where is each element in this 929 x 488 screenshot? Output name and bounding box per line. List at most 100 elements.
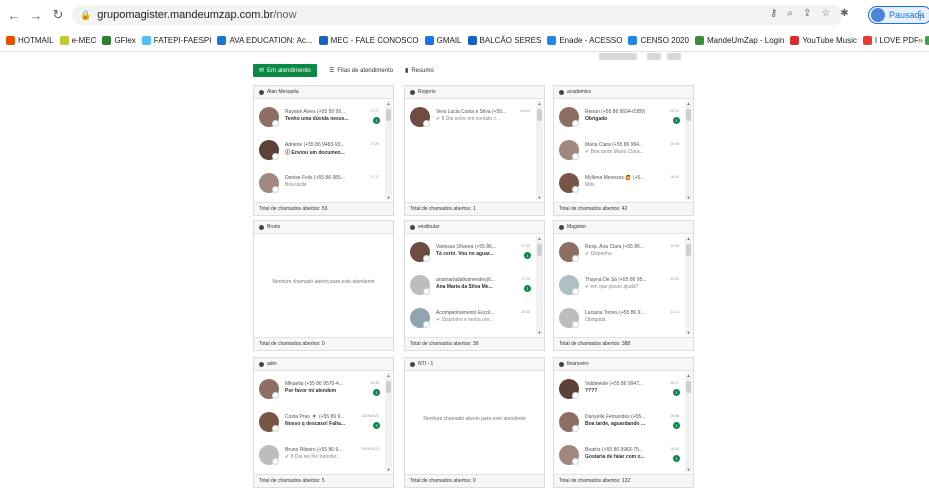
- tab-queues[interactable]: ☰ Filas de atendimento: [329, 64, 393, 77]
- more-bookmarks-icon[interactable]: »: [918, 35, 923, 45]
- panel-footer: Total de chamados abertos: 42: [554, 202, 693, 215]
- ticket-item[interactable]: Acompanhamento Escol... ✔ Disponho e tenh…: [410, 308, 536, 334]
- bookmark-item[interactable]: MEC - FALE CONOSCO: [318, 36, 419, 45]
- ticket-list: Mikaella (+55 86 9570-4... Por favor mi a…: [254, 371, 393, 474]
- empty-message: Nenhum chamado aberto para este atendent…: [423, 416, 526, 422]
- bookmark-item[interactable]: WhatsApp: [924, 36, 929, 45]
- ticket-item[interactable]: Vanessa Oliveira (+55 86... Tá certo. Vou…: [410, 242, 536, 268]
- ticket-item[interactable]: Maria Clara (+55 86 994... ✔ Boa tarde Ma…: [559, 140, 685, 166]
- contact-name: Resp. Ana Clara (+55 86...: [585, 244, 645, 250]
- filter-control[interactable]: [647, 53, 661, 60]
- scroll-down-icon[interactable]: ▼: [386, 195, 391, 200]
- scroll-up-icon[interactable]: ▲: [686, 236, 691, 241]
- ticket-item[interactable]: Danyelle Fernandes (+55... Boa tarde, agu…: [559, 412, 685, 438]
- filter-control[interactable]: [599, 53, 637, 60]
- bookmark-item[interactable]: GMAIL: [424, 36, 462, 45]
- scroll-up-icon[interactable]: ▲: [537, 101, 542, 106]
- share-icon[interactable]: ⇪: [803, 8, 811, 19]
- scrollbar-thumb[interactable]: [537, 244, 542, 256]
- bookmark-item[interactable]: GFlex: [102, 36, 136, 45]
- zoom-icon[interactable]: ⌕: [787, 8, 793, 19]
- scrollbar[interactable]: ▲ ▼: [685, 373, 692, 472]
- ticket-item[interactable]: Resp. Ana Clara (+55 86... ✔ Disponha 12:0…: [559, 242, 685, 268]
- scroll-up-icon[interactable]: ▲: [686, 373, 691, 378]
- contact-name: Rayane Alves (+55 99 99...: [285, 109, 346, 115]
- scroll-down-icon[interactable]: ▼: [686, 467, 691, 472]
- whatsapp-status-icon: [272, 186, 279, 193]
- bookmark-item[interactable]: AVA EDUCATION: Ac...: [217, 36, 313, 45]
- last-message: Obrigada: [585, 317, 606, 323]
- scrollbar[interactable]: ▲ ▼: [385, 101, 392, 200]
- ticket-item[interactable]: Rayane Alves (+55 99 99... Tenho uma dúvi…: [259, 107, 385, 133]
- scroll-down-icon[interactable]: ▼: [686, 195, 691, 200]
- scrollbar-thumb[interactable]: [686, 381, 691, 393]
- scrollbar-thumb[interactable]: [386, 109, 391, 121]
- unread-badge: 1: [373, 117, 380, 124]
- reload-icon[interactable]: ↻: [50, 7, 66, 23]
- ticket-item[interactable]: Vera Lucia Costa e Silva (+55... ✔ 8 Dia …: [410, 107, 536, 133]
- message-time: 16:27: [670, 381, 679, 385]
- key-icon[interactable]: ⚷: [770, 8, 777, 19]
- ticket-item[interactable]: Thayná De Sá (+55 86 95... ✔ em que posso…: [559, 275, 685, 301]
- address-bar[interactable]: 🔒 grupomagister.mandeumzap.com.br/now: [72, 5, 842, 25]
- scrollbar[interactable]: ▲ ▼: [536, 101, 543, 200]
- tab-summary[interactable]: ▮ Resumo: [405, 64, 434, 77]
- back-icon[interactable]: ←: [6, 7, 22, 23]
- scrollbar[interactable]: ▲ ▼: [685, 236, 692, 335]
- bookmark-item[interactable]: FATEPI-FAESPI: [141, 36, 211, 45]
- unread-badge: 1: [673, 455, 680, 462]
- bookmark-item[interactable]: HOTMAIL: [6, 36, 54, 45]
- scrollbar-thumb[interactable]: [537, 109, 542, 121]
- ticket-item[interactable]: Valdineide (+55 86 9947...???? 16:27 1: [559, 379, 685, 405]
- ticket-item[interactable]: Mikaella (+55 86 9570-4... Por favor mi a…: [259, 379, 385, 405]
- panel-title: Alan Mesquita: [254, 86, 393, 99]
- scroll-down-icon[interactable]: ▼: [686, 330, 691, 335]
- bookmark-item[interactable]: BALCÃO SERES: [467, 36, 541, 45]
- extensions-icon[interactable]: ✱: [840, 8, 848, 19]
- panel-title: vestibular: [405, 221, 544, 234]
- bookmark-item[interactable]: YouTube Music: [790, 36, 857, 45]
- scroll-up-icon[interactable]: ▲: [686, 101, 691, 106]
- contact-name: Vera Lucia Costa e Silva (+55...: [436, 109, 507, 115]
- last-message: Por favor mi atendem: [285, 388, 337, 394]
- bookmark-item[interactable]: I LOVE PDF: [862, 36, 919, 45]
- bookmark-item[interactable]: MandeUmZap - Login: [694, 36, 784, 45]
- scroll-up-icon[interactable]: ▲: [537, 236, 542, 241]
- scroll-up-icon[interactable]: ▲: [386, 101, 391, 106]
- ticket-item[interactable]: Adriene (+55 86 9483-93... Ⓘ Enviou um do…: [259, 140, 385, 166]
- bookmark-item[interactable]: Enade - ACESSO: [547, 36, 622, 45]
- scrollbar[interactable]: ▲ ▼: [385, 373, 392, 472]
- ticket-item[interactable]: Denise Felix (+55 86 985... Boa tarde 17:1…: [259, 173, 385, 199]
- scroll-down-icon[interactable]: ▼: [537, 330, 542, 335]
- ticket-list: Renan (+55 86 8694-0380) Obrigado 08:13 1 Ma…: [554, 99, 693, 202]
- scrollbar[interactable]: ▲ ▼: [685, 101, 692, 200]
- scrollbar-thumb[interactable]: [686, 109, 691, 121]
- forward-icon[interactable]: →: [28, 7, 44, 23]
- ticket-item[interactable]: Costa Prao 🍷 (+55 86 9... Nosso q descaso…: [259, 412, 385, 438]
- filter-control[interactable]: [667, 53, 681, 60]
- bookmark-item[interactable]: e-MEC: [59, 36, 96, 45]
- menu-icon[interactable]: ⋮: [914, 8, 926, 22]
- last-message: Nosso q descaso! Falta...: [285, 421, 346, 427]
- ticket-item[interactable]: Beatriz (+55 86 9983-75... Gostaria de fa…: [559, 445, 685, 471]
- scroll-down-icon[interactable]: ▼: [386, 467, 391, 472]
- scroll-down-icon[interactable]: ▼: [537, 195, 542, 200]
- attendant-name: Bruno: [267, 224, 281, 230]
- ticket-item[interactable]: anamariadalkamendes(6... Ana Maria da Sil…: [410, 275, 536, 301]
- scrollbar[interactable]: ▲ ▼: [536, 236, 543, 335]
- ticket-item[interactable]: Bruno Ribeiro (+55 86 9... ✔ 8 Dia ive lh…: [259, 445, 385, 471]
- scroll-up-icon[interactable]: ▲: [386, 373, 391, 378]
- scrollbar-thumb[interactable]: [686, 244, 691, 256]
- ticket-item[interactable]: Renan (+55 86 8694-0380) Obrigado 08:13 1: [559, 107, 685, 133]
- bookmark-icon: [628, 36, 638, 45]
- ticket-item[interactable]: Luciana Torres (+55 86 9... Obrigada 12:11: [559, 308, 685, 334]
- bookmark-item[interactable]: CENSO 2020: [628, 36, 689, 45]
- ticket-item[interactable]: Myllena Menezes 🙋 (+5... Mds 16:34: [559, 173, 685, 199]
- star-icon[interactable]: ☆: [821, 8, 830, 19]
- bookmark-icon: [862, 36, 872, 45]
- panel-footer: Total de chamados abertos: 388: [554, 337, 693, 350]
- last-message: Boa tarde, aguardando ...: [585, 421, 646, 427]
- tab-attendance[interactable]: ✉ Em atendimento: [253, 64, 317, 77]
- contact-name: Thayná De Sá (+55 86 95...: [585, 277, 647, 283]
- scrollbar-thumb[interactable]: [386, 381, 391, 393]
